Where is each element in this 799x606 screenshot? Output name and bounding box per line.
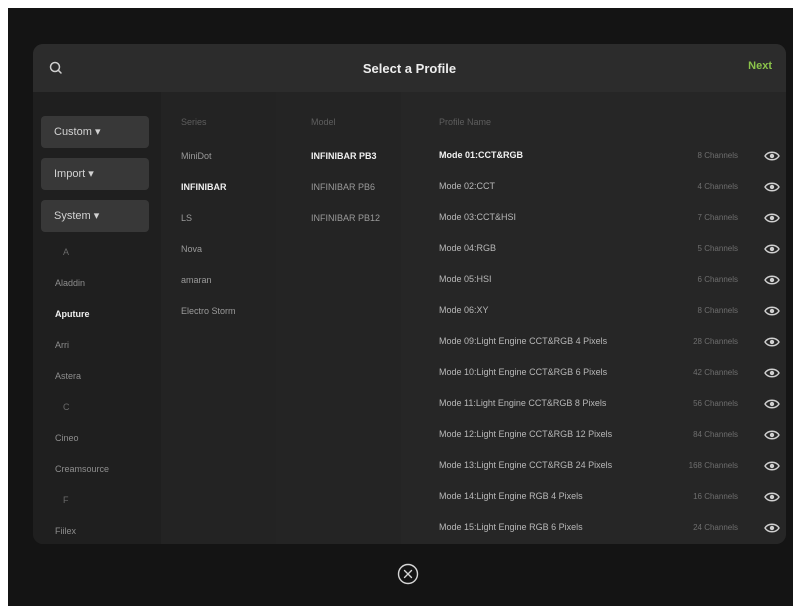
- profile-name: Mode 03:CCT&HSI: [439, 212, 517, 222]
- brand-item[interactable]: Creamsource: [55, 464, 109, 474]
- profile-channel-count: 42 Channels: [693, 368, 738, 377]
- eye-icon[interactable]: [764, 211, 780, 223]
- brand-item[interactable]: Aladdin: [55, 278, 85, 288]
- profile-channel-count: 56 Channels: [693, 399, 738, 408]
- eye-icon[interactable]: [764, 304, 780, 316]
- model-column: Model INFINIBAR PB3 INFINIBAR PB6 INFINIBA…: [276, 92, 401, 544]
- profile-channel-count: 16 Channels: [693, 492, 738, 501]
- model-item[interactable]: INFINIBAR PB3: [311, 151, 377, 161]
- brand-item[interactable]: Arri: [55, 340, 69, 350]
- profile-channel-count: 28 Channels: [693, 337, 738, 346]
- system-filter-button[interactable]: System ▾: [41, 200, 149, 232]
- series-header: Series: [181, 117, 207, 127]
- profile-name: Mode 14:Light Engine RGB 4 Pixels: [439, 491, 583, 501]
- profile-row[interactable]: Mode 12:Light Engine CCT&RGB 12 Pixels 84…: [401, 420, 786, 448]
- profile-row[interactable]: Mode 15:Light Engine RGB 6 Pixels 24 Chan…: [401, 513, 786, 541]
- profile-row[interactable]: Mode 11:Light Engine CCT&RGB 8 Pixels 56 …: [401, 389, 786, 417]
- profile-name-header: Profile Name: [439, 117, 492, 127]
- eye-icon[interactable]: [764, 273, 780, 285]
- brand-item[interactable]: Cineo: [55, 433, 79, 443]
- profile-name: Mode 12:Light Engine CCT&RGB 12 Pixels: [439, 429, 613, 439]
- profile-row[interactable]: Mode 05:HSI 6 Channels: [401, 265, 786, 293]
- series-item[interactable]: MiniDot: [181, 151, 212, 161]
- custom-filter-button[interactable]: Custom ▾: [41, 116, 149, 148]
- eye-icon[interactable]: [764, 242, 780, 254]
- profile-row[interactable]: Mode 13:Light Engine CCT&RGB 24 Pixels 16…: [401, 451, 786, 479]
- profile-channel-count: 6 Channels: [697, 275, 738, 284]
- profile-row[interactable]: Mode 01:CCT&RGB 8 Channels: [401, 141, 786, 169]
- brand-section-letter: C: [63, 402, 70, 412]
- profile-column: Profile Name Mode 01:CCT&RGB 8 Channels Mo…: [401, 92, 786, 544]
- profile-name: Mode 04:RGB: [439, 243, 497, 253]
- search-icon[interactable]: [47, 59, 65, 77]
- profile-channel-count: 24 Channels: [693, 523, 738, 532]
- profile-row[interactable]: Mode 06:XY 8 Channels: [401, 296, 786, 324]
- brand-column: Custom ▾ Import ▾ System ▾ A Aladdin Aputu…: [33, 92, 161, 544]
- profile-channel-count: 8 Channels: [697, 306, 738, 315]
- modal-title: Select a Profile: [362, 60, 457, 76]
- profile-channel-count: 5 Channels: [697, 244, 738, 253]
- profile-name: Mode 11:Light Engine CCT&RGB 8 Pixels: [439, 398, 607, 408]
- eye-icon[interactable]: [764, 521, 780, 533]
- close-icon[interactable]: [397, 563, 419, 585]
- series-item[interactable]: Electro Storm: [181, 306, 236, 316]
- eye-icon[interactable]: [764, 366, 780, 378]
- brand-section-letter: A: [63, 247, 70, 257]
- profile-row[interactable]: Mode 02:CCT 4 Channels: [401, 172, 786, 200]
- profile-name: Mode 01:CCT&RGB: [439, 150, 524, 160]
- series-item[interactable]: LS: [181, 213, 192, 223]
- app-screen: Select a Profile Next Custom ▾ Import ▾ …: [8, 8, 793, 606]
- model-header: Model: [311, 117, 336, 127]
- profile-row[interactable]: Mode 09:Light Engine CCT&RGB 4 Pixels 28 …: [401, 327, 786, 355]
- eye-icon[interactable]: [764, 149, 780, 161]
- profile-name: Mode 06:XY: [439, 305, 489, 315]
- profile-channel-count: 8 Channels: [697, 151, 738, 160]
- import-filter-button[interactable]: Import ▾: [41, 158, 149, 190]
- profile-name: Mode 09:Light Engine CCT&RGB 4 Pixels: [439, 336, 608, 346]
- profile-channel-count: 168 Channels: [688, 461, 738, 470]
- profile-row[interactable]: Mode 10:Light Engine CCT&RGB 6 Pixels 42 …: [401, 358, 786, 386]
- profile-channel-count: 84 Channels: [693, 430, 738, 439]
- eye-icon[interactable]: [764, 428, 780, 440]
- profile-row[interactable]: Mode 03:CCT&HSI 7 Channels: [401, 203, 786, 231]
- eye-icon[interactable]: [764, 459, 780, 471]
- brand-item[interactable]: Fiilex: [55, 526, 76, 536]
- brand-section-letter: F: [63, 495, 69, 505]
- series-item[interactable]: INFINIBAR: [181, 182, 227, 192]
- model-item[interactable]: INFINIBAR PB6: [311, 182, 375, 192]
- profile-name: Mode 05:HSI: [439, 274, 492, 284]
- series-item[interactable]: Nova: [181, 244, 202, 254]
- brand-item[interactable]: Astera: [55, 371, 81, 381]
- profile-name: Mode 10:Light Engine CCT&RGB 6 Pixels: [439, 367, 608, 377]
- select-profile-modal: Select a Profile Next Custom ▾ Import ▾ …: [33, 44, 786, 544]
- next-button[interactable]: Next: [748, 60, 772, 72]
- brand-item[interactable]: Aputure: [55, 309, 90, 319]
- eye-icon[interactable]: [764, 490, 780, 502]
- profile-name: Mode 15:Light Engine RGB 6 Pixels: [439, 522, 583, 532]
- profile-name: Mode 13:Light Engine CCT&RGB 24 Pixels: [439, 460, 613, 470]
- profile-row[interactable]: Mode 04:RGB 5 Channels: [401, 234, 786, 262]
- eye-icon[interactable]: [764, 397, 780, 409]
- profile-name: Mode 02:CCT: [439, 181, 496, 191]
- eye-icon[interactable]: [764, 180, 780, 192]
- profile-row[interactable]: Mode 14:Light Engine RGB 4 Pixels 16 Chan…: [401, 482, 786, 510]
- model-item[interactable]: INFINIBAR PB12: [311, 213, 380, 223]
- profile-channel-count: 4 Channels: [697, 182, 738, 191]
- series-item[interactable]: amaran: [181, 275, 212, 285]
- eye-icon[interactable]: [764, 335, 780, 347]
- modal-header: Select a Profile Next: [33, 44, 786, 92]
- series-column: Series MiniDot INFINIBAR LS Nova amaran Elect…: [161, 92, 276, 544]
- profile-channel-count: 7 Channels: [697, 213, 738, 222]
